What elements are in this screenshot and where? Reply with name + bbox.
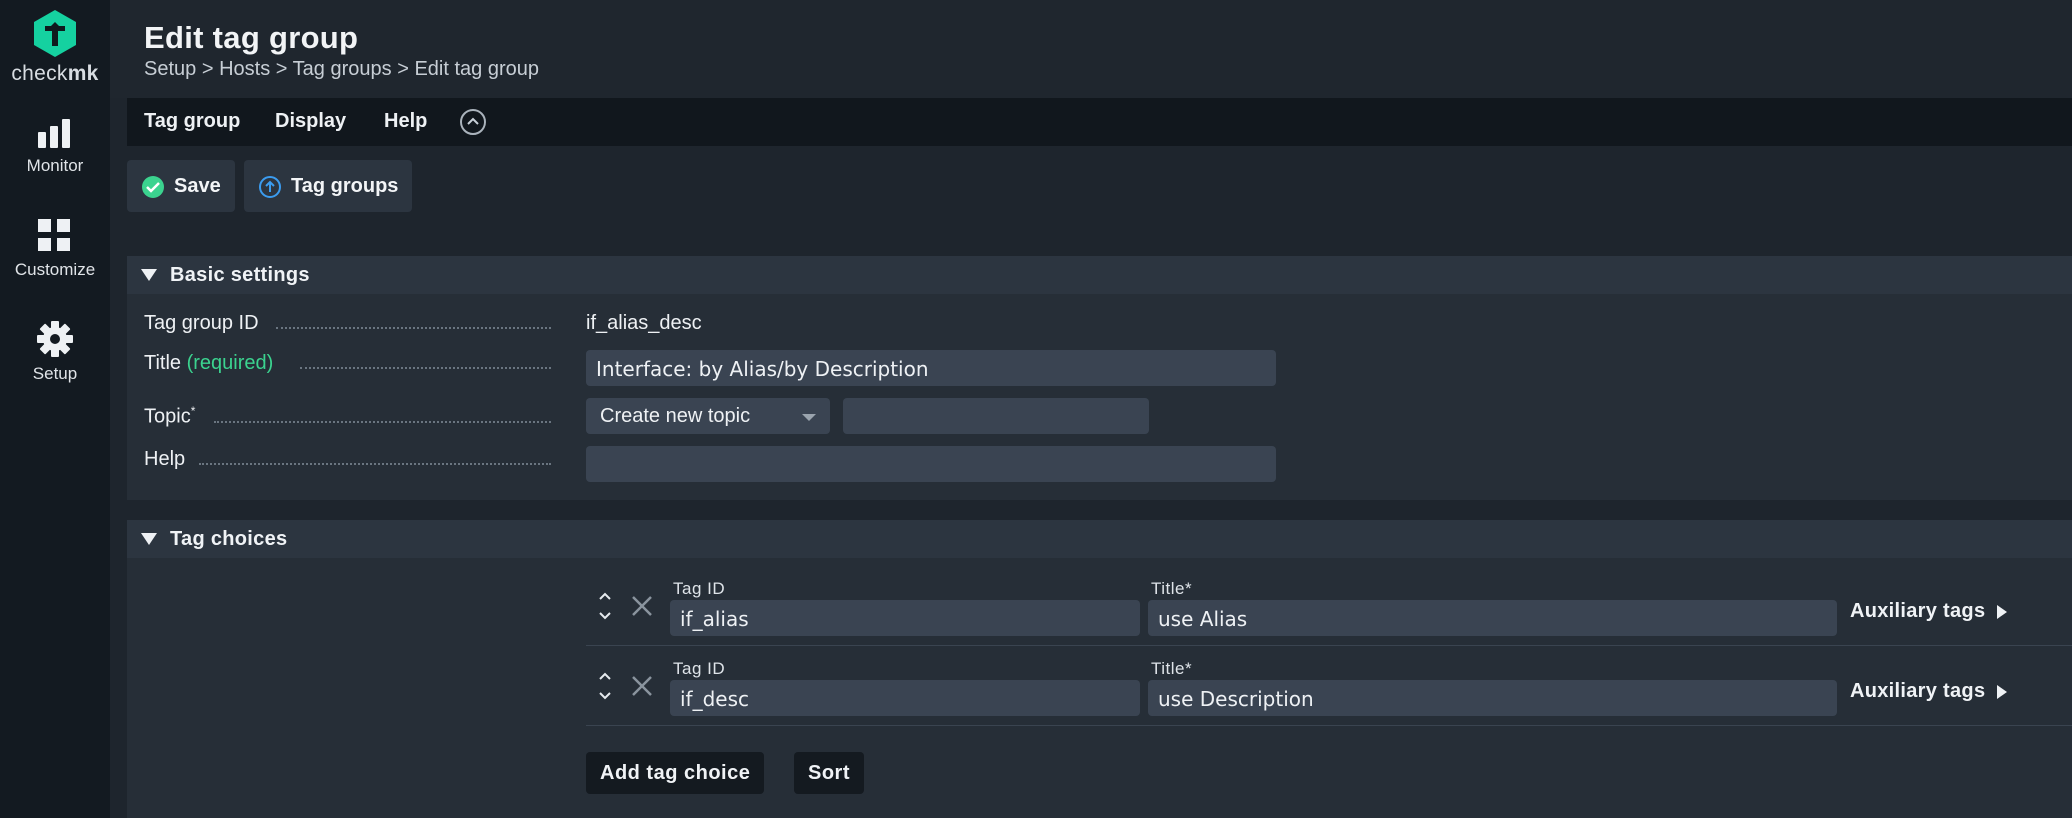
tag-id-label: Tag ID (673, 579, 726, 598)
page-header: Edit tag group Setup > Hosts > Tag group… (110, 0, 2072, 98)
tag-id-input[interactable]: if_alias (670, 600, 1140, 636)
menu-help[interactable]: Help (384, 110, 427, 133)
auxiliary-tags-toggle[interactable]: Auxiliary tags (1850, 680, 2008, 703)
title-input[interactable]: Interface: by Alias/by Description (586, 350, 1276, 386)
row-divider (586, 725, 2072, 726)
help-input[interactable] (586, 446, 1276, 482)
auxiliary-tags-toggle[interactable]: Auxiliary tags (1850, 600, 2008, 623)
menu-bar: Tag group Display Help (127, 98, 2072, 146)
sidebar-item-setup[interactable]: Setup (0, 320, 110, 384)
help-label: Help (144, 448, 186, 470)
sidebar-item-label: Setup (32, 364, 78, 383)
topic-select[interactable]: Create new topic (586, 398, 830, 434)
reorder-handle[interactable] (596, 670, 614, 707)
breadcrumb-separator: > (201, 58, 214, 80)
sidebar-item-label: Monitor (26, 156, 84, 175)
title-label: Title (required) (144, 352, 274, 374)
grid-icon (38, 219, 70, 251)
triangle-right-icon (1997, 604, 2008, 619)
topic-select-value: Create new topic (600, 405, 751, 427)
tag-choices-header[interactable]: Tag choices (127, 520, 2072, 558)
sidebar-item-customize[interactable]: Customize (0, 218, 110, 280)
breadcrumb: Setup > Hosts > Tag groups > Edit tag gr… (144, 58, 539, 81)
label-dots (214, 421, 551, 423)
breadcrumb-hosts[interactable]: Hosts (219, 58, 270, 80)
collapse-triangle-icon (141, 533, 157, 545)
tag-groups-button-label: Tag groups (291, 175, 399, 197)
title-input[interactable]: use Description (1148, 680, 1837, 716)
gear-icon (37, 321, 73, 357)
label-dots (276, 327, 551, 329)
title-input[interactable]: use Alias (1148, 600, 1837, 636)
collapse-triangle-icon (141, 269, 157, 281)
page-title: Edit tag group (144, 20, 359, 55)
breadcrumb-current: Edit tag group (414, 58, 539, 80)
breadcrumb-tag-groups[interactable]: Tag groups (293, 58, 392, 80)
tag-id-label: Tag ID (673, 659, 726, 678)
checkmk-logo-icon (34, 10, 76, 57)
section-title: Tag choices (170, 528, 288, 550)
breadcrumb-separator: > (397, 58, 409, 80)
sidebar-item-monitor[interactable]: Monitor (0, 118, 110, 176)
breadcrumb-setup[interactable]: Setup (144, 58, 196, 80)
check-circle-icon (142, 176, 164, 198)
label-dots (199, 463, 551, 465)
tag-groups-button[interactable]: Tag groups (244, 160, 412, 212)
required-marker: (required) (186, 352, 274, 374)
sort-button[interactable]: Sort (794, 752, 864, 794)
delete-choice-button[interactable] (630, 674, 654, 703)
tag-id-input[interactable]: if_desc (670, 680, 1140, 716)
close-icon (632, 676, 652, 696)
title-col-label: Title* (1151, 579, 1193, 598)
section-title: Basic settings (170, 264, 310, 286)
tag-group-id-value: if_alias_desc (586, 312, 702, 334)
breadcrumb-separator: > (275, 58, 288, 80)
new-topic-input[interactable] (843, 398, 1149, 434)
collapse-menu-button[interactable] (460, 109, 486, 135)
row-divider (586, 645, 2072, 646)
triangle-right-icon (1997, 684, 2008, 699)
bar-chart-icon (38, 119, 70, 148)
add-tag-choice-button[interactable]: Add tag choice (586, 752, 765, 794)
tag-group-id-label: Tag group ID (144, 312, 259, 334)
checkmk-logo[interactable]: checkmk (0, 8, 110, 86)
title-col-label: Title* (1151, 659, 1193, 678)
logo-text: checkmk (11, 62, 99, 85)
up-down-arrows-icon (599, 672, 611, 700)
arrow-up-circle-icon (259, 176, 281, 198)
close-icon (632, 596, 652, 616)
up-down-arrows-icon (599, 592, 611, 620)
reorder-handle[interactable] (596, 590, 614, 627)
label-dots (300, 367, 551, 369)
menu-display[interactable]: Display (275, 110, 346, 133)
delete-choice-button[interactable] (630, 594, 654, 623)
sidebar: checkmk Monitor Customize Setup (0, 0, 110, 818)
basic-settings-header[interactable]: Basic settings (127, 256, 2072, 294)
sidebar-item-label: Customize (14, 260, 96, 279)
save-button-label: Save (174, 175, 221, 197)
menu-tag-group[interactable]: Tag group (144, 110, 240, 133)
chevron-up-icon (467, 117, 479, 125)
chevron-down-icon (802, 414, 816, 421)
topic-label: Topic* (144, 404, 196, 428)
save-button[interactable]: Save (127, 160, 235, 212)
